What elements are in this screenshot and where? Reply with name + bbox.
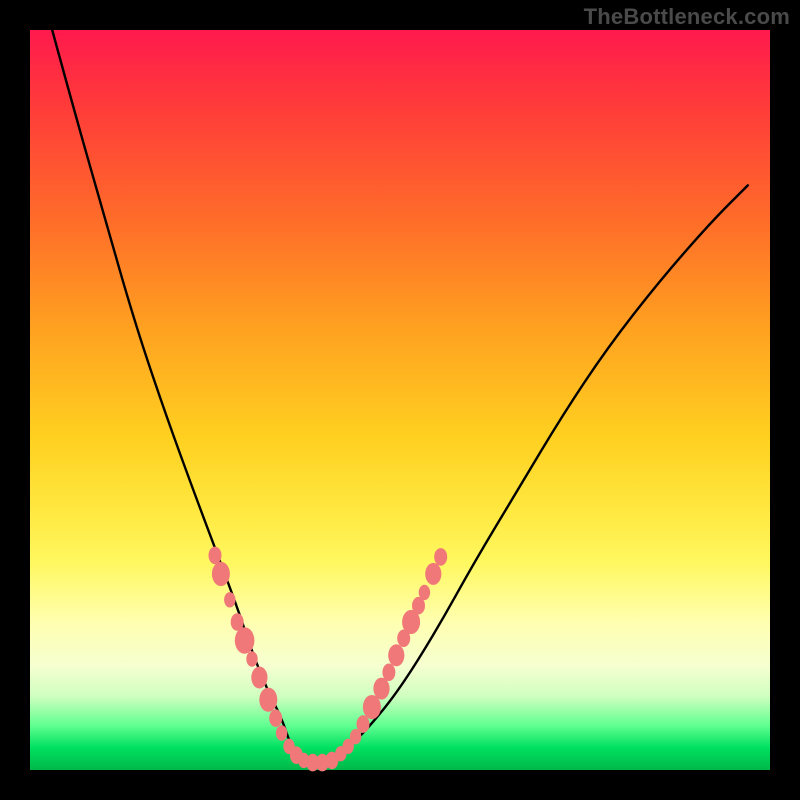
- marker-dot: [382, 664, 395, 682]
- plot-area: [30, 30, 770, 770]
- marker-dot: [209, 547, 222, 565]
- marker-dot: [434, 548, 447, 566]
- curve-svg: [30, 30, 770, 770]
- marker-dot: [235, 627, 255, 653]
- marker-dot: [224, 592, 235, 607]
- marker-dot: [357, 715, 370, 733]
- marker-dot: [373, 678, 389, 700]
- watermark-text: TheBottleneck.com: [584, 4, 790, 30]
- marker-dot: [419, 585, 430, 600]
- marker-dot: [212, 562, 230, 586]
- marker-dot: [276, 725, 287, 740]
- marker-dot: [259, 688, 277, 712]
- marker-dot: [388, 644, 404, 666]
- chart-frame: TheBottleneck.com: [0, 0, 800, 800]
- marker-dot: [246, 651, 257, 666]
- marker-dot: [269, 709, 282, 727]
- marker-dot: [425, 563, 441, 585]
- curve-markers: [209, 547, 448, 772]
- marker-dot: [251, 667, 267, 689]
